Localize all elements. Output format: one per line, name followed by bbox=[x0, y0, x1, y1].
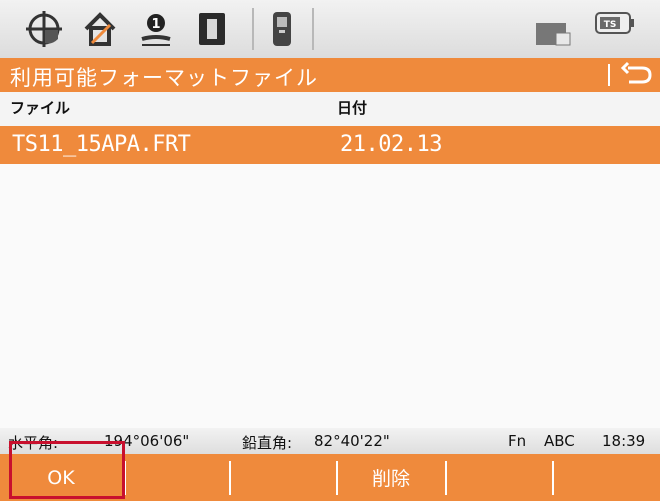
toolbar-divider bbox=[252, 8, 254, 50]
toolbar: 1 TS bbox=[0, 0, 660, 58]
ts-badge-text: TS bbox=[604, 20, 617, 30]
delete-button[interactable]: 削除 bbox=[338, 454, 444, 501]
crosshair-icon[interactable] bbox=[22, 8, 66, 50]
v-value: 82°40'22" bbox=[314, 432, 390, 450]
device-icon[interactable] bbox=[260, 8, 304, 50]
file-list bbox=[0, 164, 660, 428]
f5-button[interactable] bbox=[447, 454, 551, 501]
ok-highlight-frame bbox=[9, 441, 125, 499]
v-label: 鉛直角: bbox=[242, 434, 293, 452]
toolbar-divider bbox=[312, 8, 314, 50]
fn-indicator: Fn bbox=[508, 432, 527, 450]
instrument-icon[interactable] bbox=[190, 8, 234, 50]
input-mode: ABC bbox=[544, 432, 575, 450]
page-title: 利用可能フォーマットファイル bbox=[10, 66, 318, 90]
ts-badge-icon[interactable]: TS bbox=[592, 8, 636, 50]
column-date[interactable]: 日付 bbox=[337, 97, 367, 118]
f2-button[interactable] bbox=[126, 454, 228, 501]
title-divider bbox=[608, 64, 610, 86]
battery-icon[interactable] bbox=[530, 8, 574, 50]
clock: 18:39 bbox=[602, 432, 646, 450]
home-icon[interactable] bbox=[78, 8, 122, 50]
row-date: 21.02.13 bbox=[340, 132, 442, 157]
f3-button[interactable] bbox=[231, 454, 335, 501]
row-file: TS11_15APA.FRT bbox=[12, 132, 191, 157]
column-header: ファイル 日付 bbox=[0, 92, 660, 120]
svg-text:1: 1 bbox=[151, 17, 160, 32]
title-bar: 利用可能フォーマットファイル bbox=[0, 58, 660, 92]
info-icon[interactable]: 1 bbox=[134, 8, 178, 50]
back-icon[interactable] bbox=[620, 60, 654, 90]
f6-button[interactable] bbox=[554, 454, 660, 501]
table-row[interactable]: TS11_15APA.FRT 21.02.13 bbox=[0, 126, 660, 164]
column-file[interactable]: ファイル bbox=[10, 97, 70, 118]
